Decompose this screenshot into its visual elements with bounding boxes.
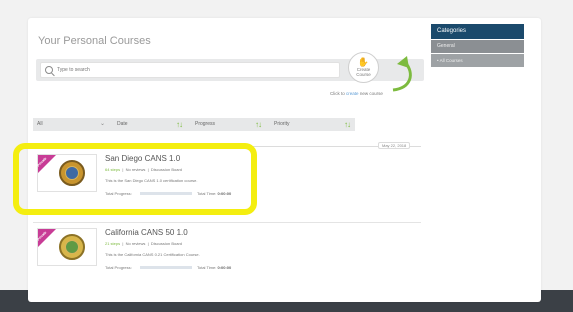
category-label: All Courses [439,58,463,63]
time-value: 0:00:00 [217,191,232,196]
progress-bar [140,266,192,269]
course-thumbnail[interactable]: Private [36,154,97,192]
plus-icon: ✋ [357,57,370,67]
page-title: Your Personal Courses [38,35,151,47]
date-divider-badge: May 22, 2018 [378,142,411,149]
discussion-board-link[interactable]: Discussion Board [151,167,182,172]
steps-link[interactable]: 21 steps [105,241,120,246]
time-label: Total Time: [197,265,217,270]
progress-label: Total Progress: [105,191,132,196]
course-title[interactable]: San Diego CANS 1.0 [105,154,180,163]
filter-label: Priority [274,121,290,127]
create-hint: Click to create new course [330,91,383,96]
sort-date[interactable]: Date ↑↓ [113,118,187,131]
progress-label: Total Progress: [105,265,132,270]
date-divider-line [33,146,421,147]
search-input[interactable] [57,64,327,76]
filter-bar: All ⌄ Date ↑↓ Progress ↑↓ Priority ↑↓ [33,118,355,131]
progress-bar [140,192,192,195]
course-description: This is the California CANS 0.21 Certifi… [105,252,200,257]
search-field[interactable] [40,62,340,78]
discussion-board-link[interactable]: Discussion Board [151,241,182,246]
seal-icon [59,234,85,260]
course-meta: 64 steps | No reviews | Discussion Board [105,167,183,172]
sort-icon[interactable]: ↑↓ [176,118,183,131]
sort-icon[interactable]: ↑↓ [344,118,351,131]
reviews-text: No reviews [125,167,146,172]
course-thumbnail[interactable]: Private [36,228,97,266]
curved-arrow-icon [392,56,412,92]
category-general[interactable]: General [431,40,524,53]
course-title[interactable]: California CANS 50 1.0 [105,228,188,237]
filter-label: All [37,121,43,127]
course-description: This is the San Diego CANS 1.0 certifica… [105,178,198,183]
search-icon [45,66,53,74]
steps-link[interactable]: 64 steps [105,167,120,172]
category-all-courses[interactable]: • All Courses [431,54,524,67]
create-course-label: Create Course [356,67,371,77]
create-course-button[interactable]: ✋ Create Course [348,52,379,83]
total-time: Total Time: 0:00:00 [197,191,231,196]
course-meta: 21 steps | No reviews | Discussion Board [105,241,183,246]
sort-progress[interactable]: Progress ↑↓ [191,118,266,131]
course-item[interactable]: Private California CANS 50 1.0 21 steps … [33,222,421,277]
hint-text: Click to [330,91,345,96]
filter-label: Progress [195,121,216,127]
filter-all-dropdown[interactable]: All ⌄ [33,118,109,131]
time-value: 0:00:00 [217,265,232,270]
hint-text: new course [359,91,383,96]
reviews-text: No reviews [125,241,146,246]
total-time: Total Time: 0:00:00 [197,265,231,270]
seal-icon [59,160,85,186]
create-link[interactable]: create [346,91,359,96]
chevron-down-icon: ⌄ [99,121,105,127]
course-item[interactable]: Private San Diego CANS 1.0 64 steps | No… [33,149,421,204]
filter-label: Date [117,121,128,127]
categories-panel: Categories General • All Courses [431,24,524,67]
sort-priority[interactable]: Priority ↑↓ [270,118,355,131]
sort-icon[interactable]: ↑↓ [255,118,262,131]
categories-header: Categories [431,24,524,39]
time-label: Total Time: [197,191,217,196]
